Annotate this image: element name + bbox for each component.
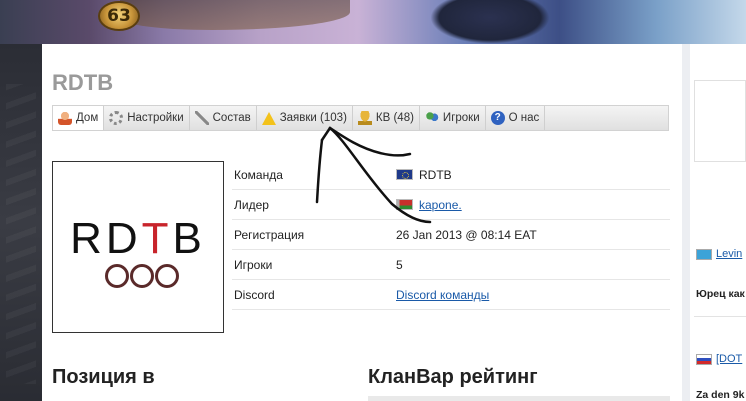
tab-label: Настройки [127, 112, 184, 124]
table-row: Регистрация 26 Jan 2013 @ 08:14 EAT [232, 220, 670, 250]
tab-roster[interactable]: Состав [190, 106, 257, 130]
discord-link[interactable]: Discord команды [396, 288, 489, 302]
tab-label: О нас [508, 112, 540, 124]
clanwar-table-top [368, 396, 670, 401]
gear-icon [109, 111, 124, 125]
tab-about[interactable]: ? О нас [486, 106, 546, 130]
tab-clanwars[interactable]: КВ (48) [353, 106, 420, 130]
table-row: Игроки 5 [232, 250, 670, 280]
olympic-rings-icon [103, 262, 183, 296]
logo-wordmark: RDTB [70, 214, 206, 263]
page-title: RDTB [52, 70, 114, 95]
trophy-icon [357, 111, 372, 125]
russia-flag-icon [696, 353, 712, 365]
clanwar-rating-heading: КланВар рейтинг [368, 366, 538, 388]
home-icon [58, 111, 72, 125]
top-banner: 63 [0, 0, 746, 44]
table-row: Лидер kapone. [232, 190, 670, 220]
banner-art [120, 0, 350, 30]
leader-link[interactable]: kapone. [419, 198, 462, 212]
sidebar-entry: [DOT [696, 353, 746, 365]
team-nav-bar: Дом Настройки Состав Заявки (103) КВ (48… [52, 105, 669, 131]
kazakhstan-flag-icon [696, 248, 712, 260]
row-label: Команда [234, 167, 283, 182]
position-heading: Позиция в [52, 366, 155, 388]
table-row: Discord Discord команды [232, 280, 670, 310]
team-logo: RDTB [52, 161, 224, 333]
sidebar-link[interactable]: Levin [716, 248, 742, 260]
sidebar-text: Юрец как [696, 288, 745, 300]
tab-label: Заявки (103) [279, 112, 347, 124]
banner-figure [430, 0, 550, 44]
tools-icon [194, 111, 209, 125]
sidebar-text: Za den 9k [696, 389, 745, 401]
sidebar-entry: Levin [696, 248, 746, 260]
registration-value: 26 Jan 2013 @ 08:14 EAT [396, 227, 537, 242]
left-background [0, 44, 42, 401]
eu-flag-icon [396, 169, 413, 180]
tab-label: Дом [76, 112, 99, 124]
tab-players[interactable]: Игроки [420, 106, 486, 130]
tab-applications[interactable]: Заявки (103) [257, 106, 353, 130]
row-label: Регистрация [234, 227, 305, 242]
players-count: 5 [396, 257, 403, 272]
sidebar-link[interactable]: [DOT [716, 353, 742, 365]
tab-home[interactable]: Дом [53, 106, 105, 130]
table-row: Команда RDTB [232, 160, 670, 190]
tab-label: КВ (48) [375, 112, 414, 124]
help-icon: ? [490, 111, 505, 125]
team-info-table: Команда RDTB Лидер kapone. Регистрация 2… [232, 160, 670, 310]
tab-settings[interactable]: Настройки [104, 106, 190, 130]
level-badge: 63 [98, 1, 140, 31]
team-value: RDTB [419, 167, 452, 182]
tab-label: Игроки [442, 112, 480, 124]
tab-label: Состав [212, 112, 251, 124]
sidebar-widget [694, 80, 746, 162]
belarus-flag-icon [396, 199, 413, 210]
row-label: Discord [234, 287, 275, 302]
users-icon [424, 111, 439, 125]
row-label: Игроки [234, 257, 273, 272]
row-label: Лидер [234, 197, 269, 212]
divider [694, 316, 746, 317]
warning-icon [261, 111, 276, 125]
